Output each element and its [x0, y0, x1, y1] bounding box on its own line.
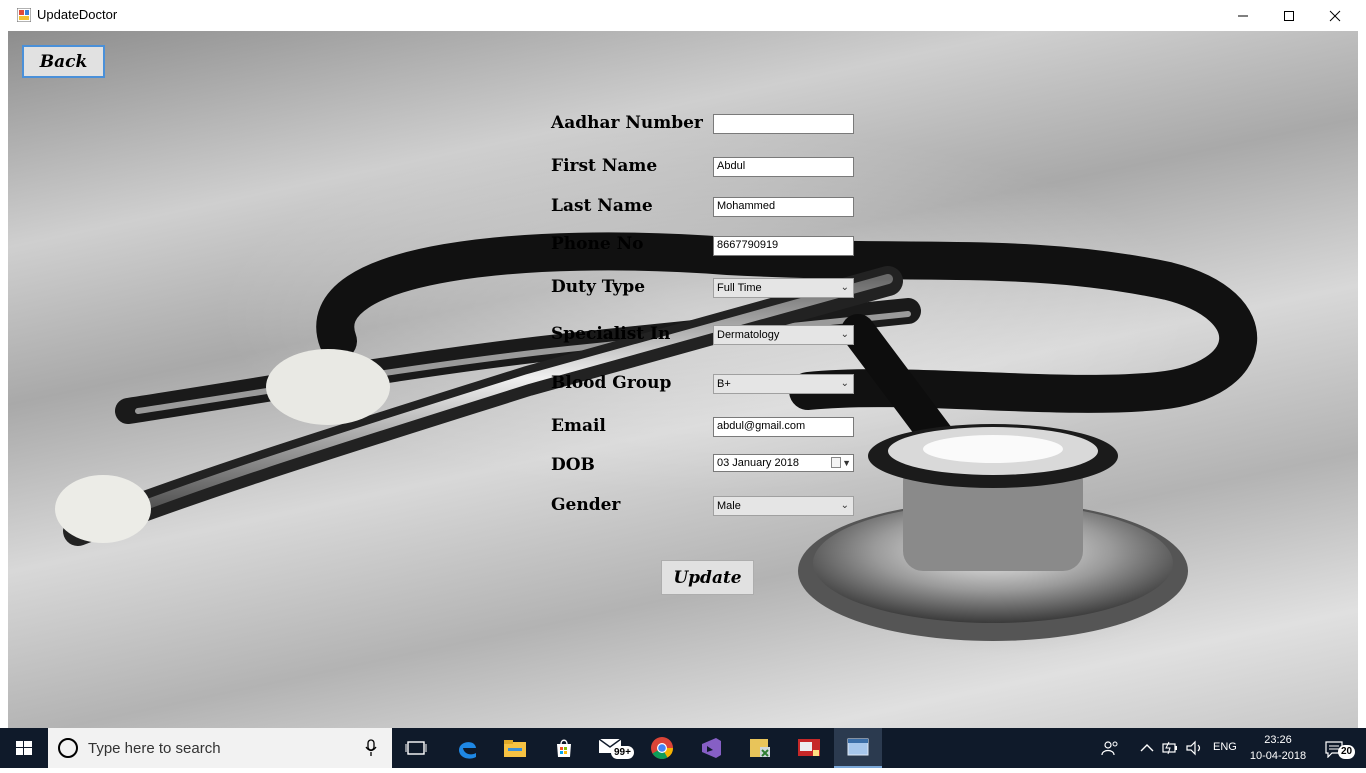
- specialist-in-value: Dermatology: [717, 329, 780, 341]
- clock[interactable]: 23:26 10-04-2018: [1247, 732, 1309, 764]
- search-placeholder: Type here to search: [88, 740, 221, 757]
- maximize-button[interactable]: [1266, 0, 1312, 31]
- specialist-in-label: Specialist In: [551, 324, 671, 344]
- volume-icon[interactable]: [1186, 740, 1204, 756]
- start-button[interactable]: [0, 728, 48, 768]
- battery-network-icon[interactable]: [1162, 740, 1182, 756]
- app-window: UpdateDoctor Back Aadhar Number First Na…: [0, 0, 1366, 728]
- blood-group-select[interactable]: B+ ⌄: [713, 374, 854, 394]
- chevron-up-icon[interactable]: [1140, 742, 1154, 754]
- taskbar-search-box[interactable]: Type here to search: [48, 728, 392, 768]
- gender-select[interactable]: Male ⌄: [713, 496, 854, 516]
- duty-type-select[interactable]: Full Time ⌄: [713, 278, 854, 298]
- edge-icon[interactable]: [443, 728, 491, 768]
- back-button[interactable]: Back: [22, 45, 105, 78]
- chevron-down-icon: ⌄: [840, 329, 849, 340]
- gender-label: Gender: [551, 495, 621, 515]
- clock-time: 23:26: [1264, 734, 1292, 746]
- people-icon[interactable]: [1101, 739, 1119, 757]
- aadhar-number-label: Aadhar Number: [551, 113, 703, 133]
- form-client-area: Back Aadhar Number First Name Last Name …: [8, 31, 1358, 728]
- chevron-down-icon[interactable]: ▼: [842, 455, 851, 471]
- task-view-icon[interactable]: [392, 728, 440, 768]
- sql-app-icon[interactable]: [785, 728, 833, 768]
- window-title: UpdateDoctor: [37, 7, 118, 22]
- input-language[interactable]: ENG: [1213, 741, 1237, 753]
- last-name-label: Last Name: [551, 196, 653, 216]
- phone-number-label: Phone No: [551, 234, 644, 254]
- chevron-down-icon: ⌄: [840, 378, 849, 389]
- blood-group-value: B+: [717, 378, 731, 390]
- calendar-icon[interactable]: [831, 457, 841, 468]
- visual-studio-icon[interactable]: [687, 728, 735, 768]
- title-bar[interactable]: UpdateDoctor: [8, 0, 1358, 31]
- chrome-icon[interactable]: [638, 728, 686, 768]
- duty-type-label: Duty Type: [551, 277, 646, 297]
- taskbar: Type here to search 99+ ENG 23:26 10-04-…: [0, 728, 1366, 768]
- aadhar-number-input[interactable]: [713, 114, 854, 134]
- close-button[interactable]: [1312, 0, 1358, 31]
- dob-label: DOB: [551, 455, 595, 475]
- store-icon[interactable]: [540, 728, 588, 768]
- notification-badge: 20: [1338, 745, 1356, 759]
- microphone-icon[interactable]: [364, 739, 378, 757]
- email-input[interactable]: abdul@gmail.com: [713, 417, 854, 437]
- minimize-button[interactable]: [1220, 0, 1266, 31]
- minimize-icon: [1238, 15, 1248, 16]
- database-tool-icon[interactable]: [736, 728, 784, 768]
- gender-value: Male: [717, 500, 741, 512]
- chevron-down-icon: ⌄: [840, 500, 849, 511]
- first-name-input[interactable]: Abdul: [713, 157, 854, 177]
- maximize-icon: [1284, 10, 1294, 21]
- update-button[interactable]: Update: [661, 560, 754, 595]
- stethoscope-background-image: [55, 232, 1258, 641]
- duty-type-value: Full Time: [717, 282, 762, 294]
- windows-logo-icon: [16, 741, 32, 755]
- first-name-label: First Name: [551, 156, 658, 176]
- mail-icon[interactable]: 99+: [589, 728, 637, 768]
- app-icon: [16, 7, 32, 23]
- mail-badge: 99+: [611, 746, 634, 759]
- file-explorer-icon[interactable]: [491, 728, 539, 768]
- dob-value: 03 January 2018: [717, 457, 799, 469]
- action-center-button[interactable]: 20: [1320, 736, 1360, 762]
- phone-number-input[interactable]: 8667790919: [713, 236, 854, 256]
- specialist-in-select[interactable]: Dermatology ⌄: [713, 325, 854, 345]
- clock-date: 10-04-2018: [1249, 750, 1307, 762]
- dob-date-picker[interactable]: 03 January 2018 ▼: [713, 454, 854, 472]
- email-label: Email: [551, 416, 606, 436]
- cortana-icon: [58, 738, 78, 758]
- close-icon: [1329, 10, 1341, 21]
- chevron-down-icon: ⌄: [840, 282, 849, 293]
- blood-group-label: Blood Group: [551, 373, 672, 393]
- last-name-input[interactable]: Mohammed: [713, 197, 854, 217]
- window-app-icon[interactable]: [834, 728, 882, 768]
